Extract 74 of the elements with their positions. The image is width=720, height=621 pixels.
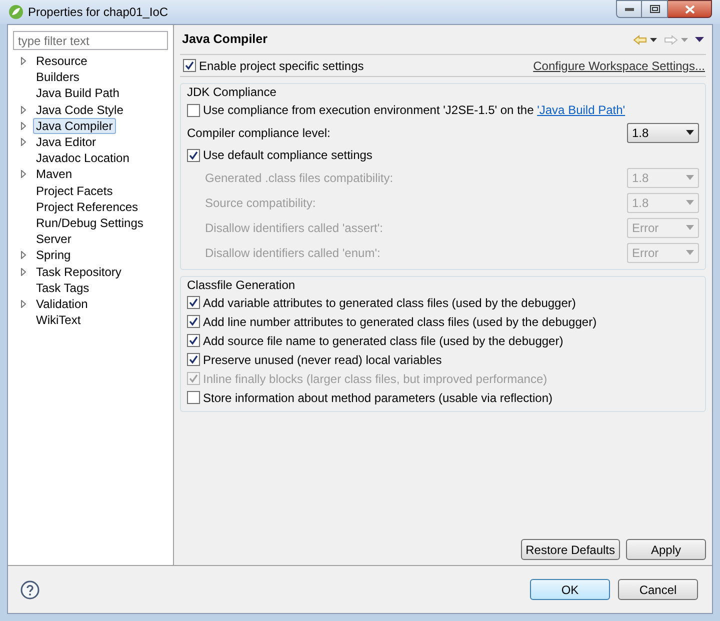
tree-item[interactable]: Run/Debug Settings xyxy=(33,214,146,231)
checkbox[interactable] xyxy=(187,148,200,162)
tree-item[interactable]: Validation xyxy=(33,296,91,312)
field-label: Source compatibility: xyxy=(205,194,316,212)
caret-icon[interactable] xyxy=(650,38,657,42)
minimize-button[interactable] xyxy=(616,0,642,18)
maximize-icon xyxy=(650,5,660,13)
minimize-icon xyxy=(624,8,634,10)
checkbox[interactable] xyxy=(187,334,200,347)
cancel-button[interactable]: Cancel xyxy=(618,579,698,600)
caret-icon xyxy=(686,200,694,205)
caret-icon xyxy=(686,130,694,135)
tree-item[interactable]: Builders xyxy=(33,69,82,86)
tree-item[interactable]: Resource xyxy=(33,53,90,70)
field-label: Generated .class files compatibility: xyxy=(205,170,394,186)
tree-item[interactable]: Java Editor xyxy=(33,134,100,150)
caret-icon xyxy=(686,250,694,255)
tree-item[interactable]: Task Repository xyxy=(33,264,124,280)
expand-arrow-icon[interactable] xyxy=(20,106,26,114)
java-build-path-link[interactable]: 'Java Build Path' xyxy=(537,103,626,117)
help-icon[interactable] xyxy=(20,580,40,600)
group-title: JDK Compliance xyxy=(187,84,278,100)
checkbox-label: Use default compliance settings xyxy=(203,147,372,164)
expand-arrow-icon[interactable] xyxy=(20,170,26,178)
expand-arrow-icon[interactable] xyxy=(20,122,26,130)
caret-icon xyxy=(686,225,694,230)
filter-field[interactable]: type filter text xyxy=(13,31,168,50)
checkbox-label: Preserve unused (never read) local variables xyxy=(203,352,442,368)
expand-arrow-icon[interactable] xyxy=(20,300,26,308)
expand-arrow-icon[interactable] xyxy=(20,138,26,146)
leaf-icon xyxy=(8,4,24,20)
restore-defaults-button[interactable]: Restore Defaults xyxy=(520,539,620,560)
apply-button[interactable]: Apply xyxy=(626,539,706,560)
field-label: Disallow identifiers called 'assert': xyxy=(205,220,383,236)
expand-arrow-icon[interactable] xyxy=(20,251,26,260)
checkbox-label: Enable project specific settings xyxy=(199,58,364,74)
checkbox-label: Inline finally blocks (larger class files, but improved performance) xyxy=(203,370,548,388)
checkbox-label: Add line number attributes to generated class files (used by the debugger) xyxy=(203,314,597,330)
field-label: Disallow identifiers called 'enum': xyxy=(205,244,380,262)
close-button[interactable] xyxy=(668,0,712,18)
compliance-level-dropdown[interactable]: 1.8 xyxy=(627,122,699,142)
configure-workspace-link[interactable]: Configure Workspace Settings... xyxy=(533,56,706,74)
checkbox[interactable] xyxy=(187,296,200,309)
checkbox[interactable] xyxy=(187,353,200,366)
tree-item[interactable]: Spring xyxy=(33,247,74,264)
tree-item[interactable]: Java Build Path xyxy=(33,85,122,102)
checkbox[interactable] xyxy=(187,104,200,116)
checkbox[interactable] xyxy=(187,315,200,328)
tree-item[interactable]: Project References xyxy=(33,198,142,215)
caret-icon xyxy=(686,175,694,180)
menu-caret-icon[interactable] xyxy=(695,37,704,42)
expand-arrow-icon[interactable] xyxy=(20,57,26,66)
checkbox-label: Add source file name to generated class file (used by the debugger) xyxy=(203,332,564,350)
tree-item[interactable]: Javadoc Location xyxy=(33,150,132,166)
checkbox-label: Add variable attributes to generated class files (used by the debugger) xyxy=(203,294,576,312)
checkbox[interactable] xyxy=(187,391,200,404)
tree-item[interactable]: Server xyxy=(33,231,74,248)
tree-item[interactable]: Task Tags xyxy=(33,280,92,296)
maximize-button[interactable] xyxy=(642,0,668,18)
tree-item[interactable]: Java Compiler xyxy=(33,118,116,134)
tree-item[interactable]: Maven xyxy=(33,166,76,182)
field-label: Compiler compliance level: xyxy=(187,124,330,142)
group-title: Classfile Generation xyxy=(187,277,296,293)
checkbox-label: Store information about method parameters (usable via reflection) xyxy=(203,390,553,406)
expand-arrow-icon[interactable] xyxy=(20,268,26,276)
tree-item[interactable]: Java Code Style xyxy=(33,102,126,118)
page-title: Java Compiler xyxy=(182,31,268,48)
close-icon xyxy=(684,4,694,14)
checkbox-label: Use compliance from execution environment 'J2SE-1.5' on the 'Java Build Path' xyxy=(203,102,626,119)
checkbox[interactable] xyxy=(183,59,196,72)
tree-item[interactable]: WikiText xyxy=(33,312,84,328)
ok-button[interactable]: OK xyxy=(530,579,610,600)
tree-item[interactable]: Project Facets xyxy=(33,182,116,199)
window-title: Properties for chap01_IoC xyxy=(28,4,168,21)
